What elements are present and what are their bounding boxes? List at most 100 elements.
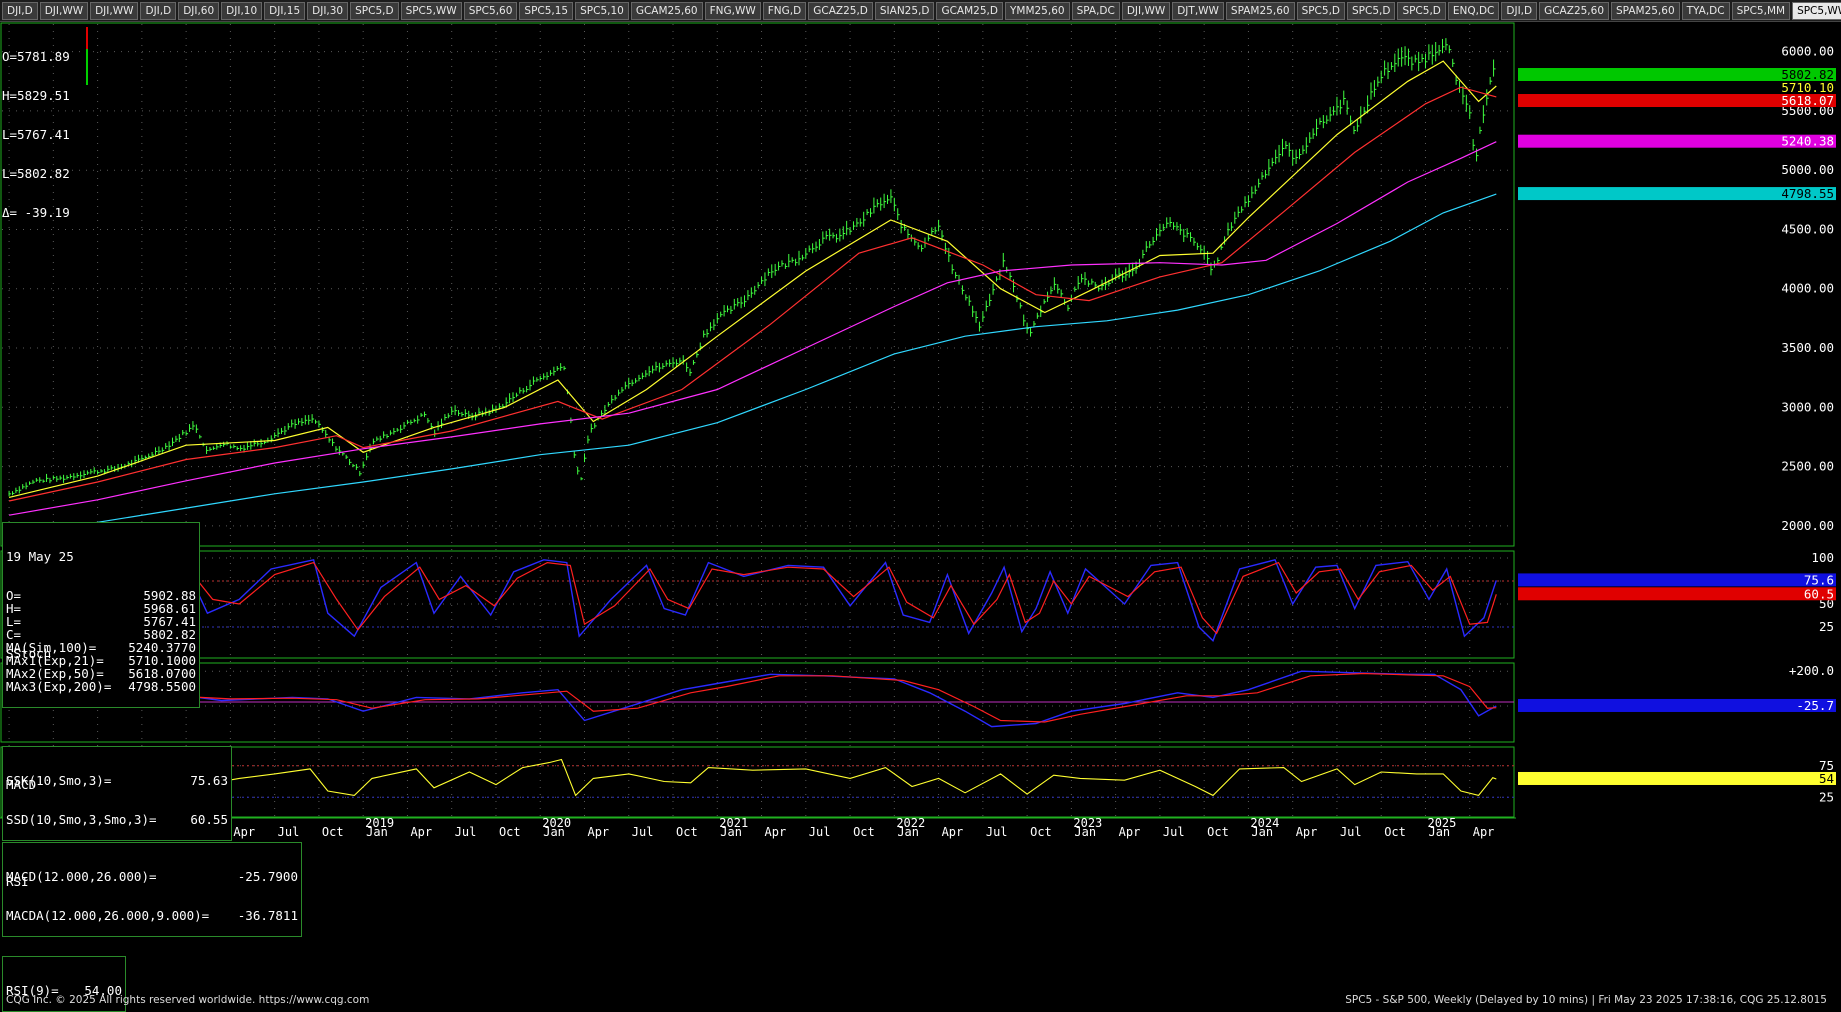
chart-tab[interactable]: DJI,D [140, 1, 177, 20]
chart-tab[interactable]: SPC5,D [1296, 1, 1345, 20]
readout-color-bars [86, 27, 89, 87]
x-tick-label: Jan [720, 825, 742, 839]
chart-tab[interactable]: SPAM25,60 [1225, 1, 1295, 20]
y-tick-label: 4000.00 [1781, 281, 1834, 296]
chart-tab[interactable]: DJI,60 [178, 1, 220, 20]
value-flag-label: 75.6 [1804, 572, 1834, 587]
x-tick-label: Jul [1163, 825, 1185, 839]
x-tick-label: Jan [366, 825, 388, 839]
chart-status-text: SPC5 - S&P 500, Weekly (Delayed by 10 mi… [1345, 994, 1827, 1006]
chart-tab[interactable]: SPC5,D [1397, 1, 1446, 20]
chart-tab[interactable]: SPC5,MM [1731, 1, 1791, 20]
rsi-title: RSI [6, 874, 29, 889]
chart-tab[interactable]: DJI,WW [39, 1, 89, 20]
chart-tab[interactable]: DJI,30 [307, 1, 349, 20]
chart-tab[interactable]: SPC5,15 [519, 1, 574, 20]
info-date: 19 May 25 [6, 549, 74, 564]
x-tick-label: Jan [543, 825, 565, 839]
y-tick-label: 25 [1819, 789, 1834, 804]
chart-tab[interactable]: DJI,WW [1121, 1, 1171, 20]
ssk-value: 75.63 [190, 773, 228, 788]
macda-value: -36.7811 [237, 908, 298, 923]
macda-label: MACDA(12.000,26.000,9.000)= [6, 908, 210, 923]
chart-tab[interactable]: FNG,D [762, 1, 807, 20]
x-tick-label: Jan [1251, 825, 1273, 839]
value-flag-label: 5618.07 [1781, 93, 1834, 108]
chart-tab[interactable]: SPC5,60 [463, 1, 518, 20]
chart-tab[interactable]: SPC5,D [350, 1, 399, 20]
ssd-label: SSD(10,Smo,3,Smo,3)= [6, 812, 157, 827]
chart-tab[interactable]: GCAZ25,D [808, 1, 873, 20]
readout-high: H=5829.51 [2, 88, 70, 103]
x-tick-label: Jan [897, 825, 919, 839]
chart-tab[interactable]: GCAM25,D [936, 1, 1003, 20]
chart-tab[interactable]: SIAN25,D [874, 1, 935, 20]
chart-tab[interactable]: SPAM25,60 [1611, 1, 1680, 20]
chart-tab[interactable]: TYA,DC [1681, 1, 1730, 20]
chart-tab[interactable]: DJI,D [2, 1, 38, 20]
y-tick-label: 4500.00 [1781, 221, 1834, 236]
chart-tab[interactable]: SPC5,WW [400, 1, 462, 20]
top-ohlc-readout: O=5781.89 H=5829.51 L=5767.41 L=5802.82 … [2, 24, 70, 232]
x-tick-label: Jul [278, 825, 300, 839]
chart-tab[interactable]: SPC5,10 [575, 1, 629, 20]
value-flag [1518, 573, 1836, 587]
x-tick-label: Oct [676, 825, 698, 839]
value-flag-label: 4798.55 [1781, 186, 1834, 201]
y-tick-label: +200.0 [1789, 663, 1834, 678]
chart-tab[interactable]: SPA,DC [1071, 1, 1120, 20]
x-tick-label: Oct [499, 825, 521, 839]
info-row-label: MAx3(Exp,200)= [6, 679, 112, 694]
x-tick-label: Oct [853, 825, 875, 839]
ma-line [8, 60, 1497, 498]
chart-tab[interactable]: DJI,D [1501, 1, 1538, 20]
ssd-value: 60.55 [190, 812, 228, 827]
chart-tab[interactable]: ENQ,DC [1447, 1, 1500, 20]
y-tick-label: 100 [1811, 550, 1834, 565]
chart-tab[interactable]: GCAZ25,60 [1539, 1, 1609, 20]
x-tick-label: Oct [1207, 825, 1229, 839]
chart-tab[interactable]: GCAM25,60 [630, 1, 703, 20]
value-flag [1518, 698, 1836, 712]
macd-title: MACD [6, 777, 37, 792]
y-tick-label: 25 [1819, 619, 1834, 634]
readout-low: L=5767.41 [2, 127, 70, 142]
macd-info-box: MACD(12.000,26.000)= -25.7900 MACDA(12.00… [2, 842, 302, 937]
x-tick-label: Apr [1119, 825, 1141, 839]
price-info-box: 19 May 25 O= 5902.88 H= 5968.61 L= 5767.41 C= 5… [2, 522, 200, 708]
chart-tab[interactable]: YMM25,60 [1004, 1, 1070, 20]
y-tick-label: 3000.00 [1781, 399, 1834, 414]
x-tick-label: Oct [1384, 825, 1406, 839]
sstoch-title: SStoch [6, 646, 52, 661]
x-tick-label: Jul [455, 825, 477, 839]
x-tick-label: Oct [1030, 825, 1052, 839]
x-tick-label: Jan [1428, 825, 1450, 839]
x-tick-label: Jan [1074, 825, 1096, 839]
chart-tab[interactable]: FNG,WW [704, 1, 761, 20]
macd-value: -25.7900 [237, 869, 298, 884]
value-flag-label: -25.7 [1796, 698, 1834, 713]
chart-tab[interactable]: DJT,WW [1172, 1, 1224, 20]
chart-tab[interactable]: SPC5,D [1347, 1, 1396, 20]
price-panel-border [0, 22, 1515, 547]
y-tick-label: 5000.00 [1781, 162, 1834, 177]
readout-open: O=5781.89 [2, 49, 70, 64]
sstoch-info-box: SSK(10,Smo,3)= 75.63 SSD(10,Smo,3,Smo,3)=… [2, 746, 232, 841]
info-row-value: 4798.5500 [128, 679, 196, 694]
rsi-line [9, 755, 1497, 797]
value-flag-label: 54 [1819, 771, 1834, 786]
x-tick-label: Apr [942, 825, 964, 839]
x-tick-label: Oct [322, 825, 344, 839]
chart-tab[interactable]: DJI,15 [264, 1, 306, 20]
chart-tab[interactable]: DJI,WW [90, 1, 139, 20]
ssd-line [8, 561, 1497, 635]
readout-delta: Δ= -39.19 [2, 205, 70, 220]
x-tick-label: Apr [765, 825, 787, 839]
ma-line [8, 141, 1497, 516]
chart-tab[interactable]: SPC5,WW [1792, 1, 1841, 20]
ma-line [8, 86, 1497, 502]
x-tick-label: Apr [1296, 825, 1318, 839]
x-tick-label: Jul [809, 825, 831, 839]
chart-tab[interactable]: DJI,10 [221, 1, 263, 20]
copyright-text: CQG Inc. © 2025 All rights reserved worl… [6, 994, 370, 1006]
